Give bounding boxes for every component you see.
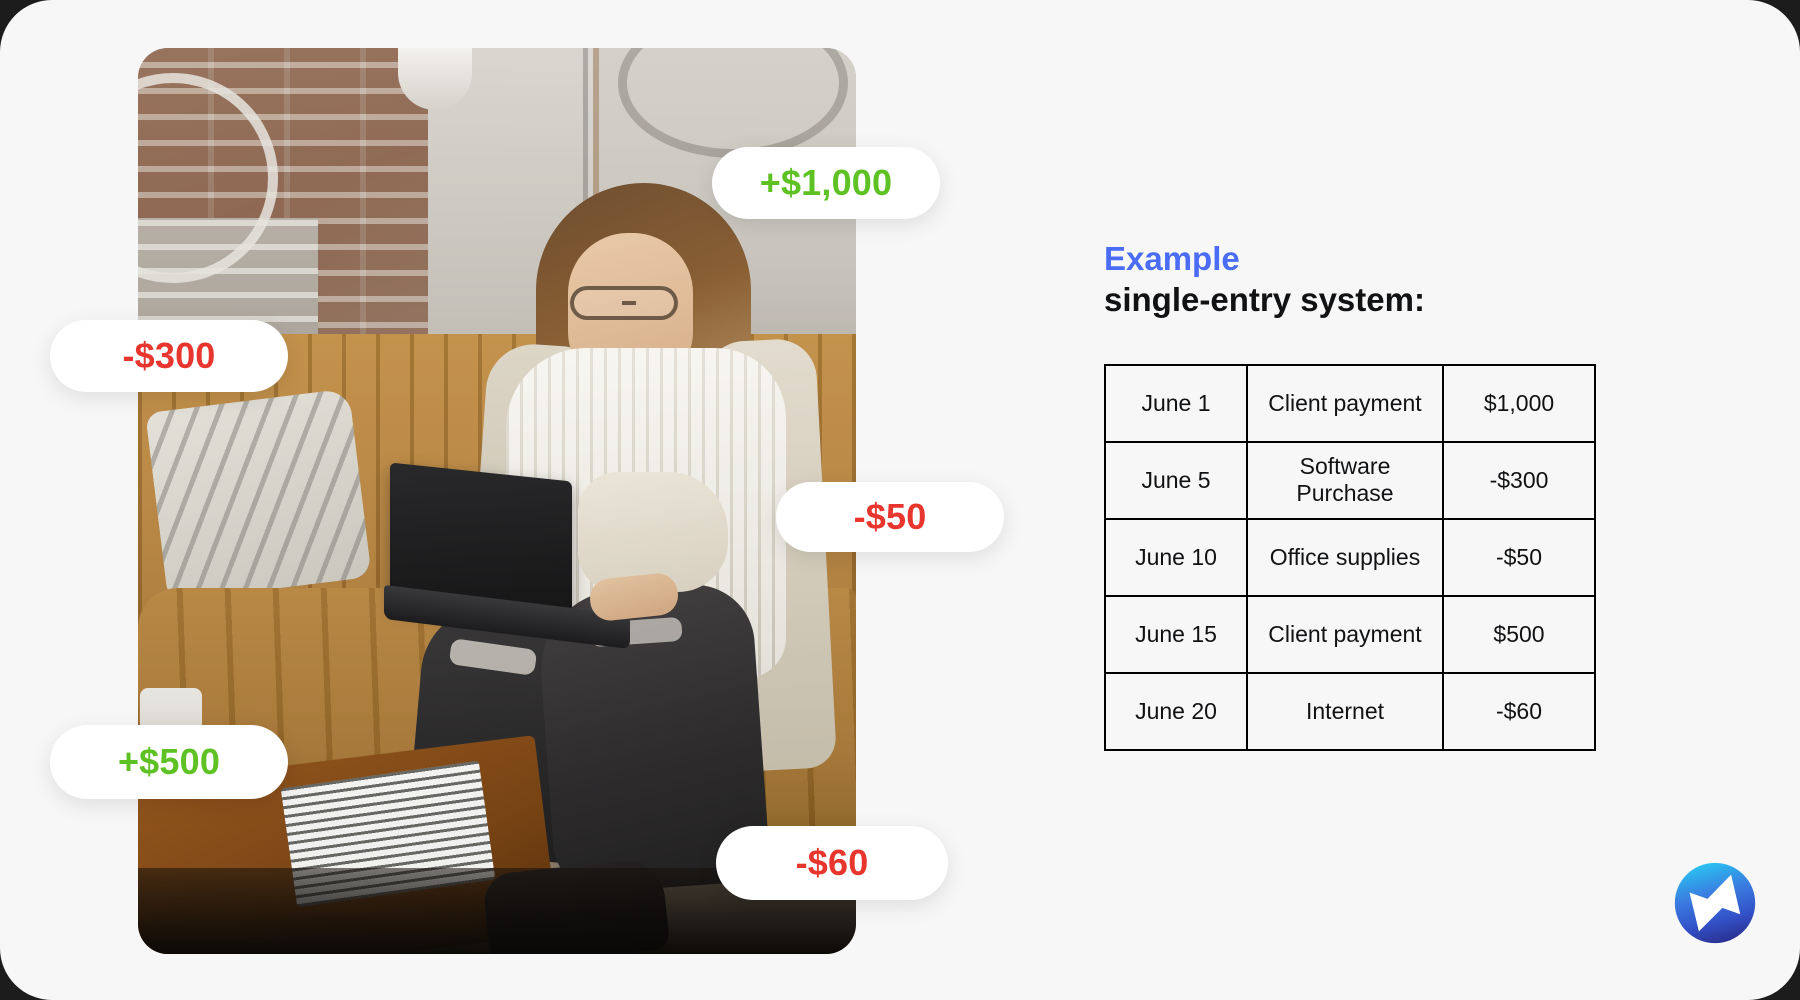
cell-date: June 15 <box>1104 594 1248 674</box>
badge-minus-50: -$50 <box>776 482 1004 552</box>
table-row: June 10 Office supplies -$50 <box>1104 517 1596 597</box>
cell-date: June 5 <box>1104 440 1248 520</box>
badge-minus-300-label: -$300 <box>122 335 216 376</box>
cell-date: June 10 <box>1104 517 1248 597</box>
badge-plus-500: +$500 <box>50 725 288 799</box>
cell-amount: -$50 <box>1442 517 1596 597</box>
heading-kicker: Example <box>1104 240 1240 277</box>
cell-description: Software Purchase <box>1246 440 1444 520</box>
cell-amount: -$300 <box>1442 440 1596 520</box>
cell-amount: $1,000 <box>1442 363 1596 443</box>
content-column: Example single-entry system: June 1 Clie… <box>1104 240 1664 751</box>
badge-minus-50-label: -$50 <box>853 496 927 537</box>
badge-minus-300: -$300 <box>50 320 288 392</box>
cell-description: Internet <box>1246 671 1444 751</box>
page-title: single-entry system: <box>1104 280 1425 318</box>
single-entry-ledger-table: June 1 Client payment $1,000 June 5 Soft… <box>1104 363 1596 751</box>
lightning-bolt-circle-icon <box>1674 862 1756 944</box>
cell-amount: $500 <box>1442 594 1596 674</box>
badge-plus-1000: +$1,000 <box>712 147 940 219</box>
lightning-bolt-circle-logo <box>1674 862 1756 944</box>
cell-date: June 20 <box>1104 671 1248 751</box>
cell-description: Office supplies <box>1246 517 1444 597</box>
table-row: June 15 Client payment $500 <box>1104 594 1596 674</box>
cell-date: June 1 <box>1104 363 1248 443</box>
ledger-body: June 1 Client payment $1,000 June 5 Soft… <box>1104 363 1596 751</box>
badge-minus-60-label: -$60 <box>795 842 869 883</box>
badge-plus-1000-label: +$1,000 <box>759 162 893 203</box>
table-row: June 5 Software Purchase -$300 <box>1104 440 1596 520</box>
cell-description: Client payment <box>1246 594 1444 674</box>
table-row: June 20 Internet -$60 <box>1104 671 1596 751</box>
page-canvas: +$1,000 -$300 -$50 +$500 -$60 Example si… <box>0 0 1800 1000</box>
photo-eyeglasses <box>570 286 678 320</box>
cell-amount: -$60 <box>1442 671 1596 751</box>
badge-minus-60: -$60 <box>716 826 948 900</box>
photo-pillow <box>145 388 372 602</box>
cell-description: Client payment <box>1246 363 1444 443</box>
table-row: June 1 Client payment $1,000 <box>1104 363 1596 443</box>
badge-plus-500-label: +$500 <box>117 741 221 782</box>
